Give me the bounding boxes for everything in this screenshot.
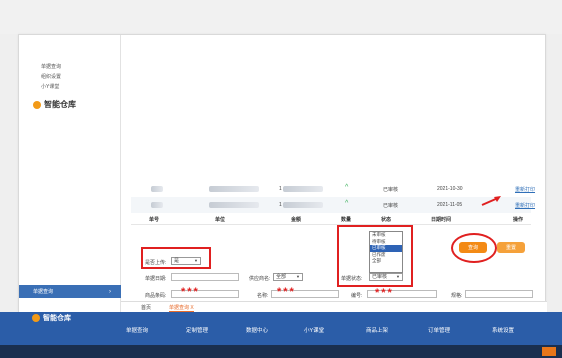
bottom-nav: 智能仓库 单据查询 定制管理 数据中心 小Y课堂 商品上架 订单管理 系统设置 xyxy=(0,312,562,345)
reprint-link[interactable]: 重新打印 xyxy=(515,186,535,193)
table-cell-time: 2021-10-30 xyxy=(437,186,463,192)
column-header: 单号 xyxy=(149,217,160,223)
bottom-nav-brand[interactable]: 智能仓库 xyxy=(32,312,71,324)
redaction-mark: *** xyxy=(181,286,200,298)
table-cell-status: 已审核 xyxy=(383,203,399,209)
sidebar-item-selected[interactable]: 单据查询 › xyxy=(19,285,121,298)
reprint-link[interactable]: 重新打印 xyxy=(515,202,535,209)
nav-item[interactable]: 数据中心 xyxy=(246,326,268,334)
top-band xyxy=(0,0,562,34)
redacted-cell xyxy=(283,186,323,192)
caret-down-icon: ▼ xyxy=(396,274,400,279)
table-cell: 1 xyxy=(279,202,282,208)
nav-item[interactable]: 订单管理 xyxy=(428,326,450,334)
nav-item[interactable]: 小Y课堂 xyxy=(304,326,324,334)
column-header: 状态 xyxy=(381,217,392,223)
sidebar-selected-label: 单据查询 xyxy=(33,289,54,295)
nav-item[interactable]: 定制管理 xyxy=(186,326,208,334)
spec-input[interactable] xyxy=(465,290,533,298)
table-cell-time: 2021-11-05 xyxy=(437,202,463,208)
redaction-mark: *** xyxy=(375,287,394,299)
caret-down-icon: ▼ xyxy=(296,274,300,279)
sidebar-item[interactable]: 小Y课堂 xyxy=(41,83,59,90)
notification-icon[interactable] xyxy=(542,347,556,356)
nav-item[interactable]: 商品上架 xyxy=(366,326,388,334)
column-header: 单位 xyxy=(215,217,226,223)
barcode-label: 商品条码: xyxy=(145,293,167,299)
column-header: 操作 xyxy=(513,217,524,223)
query-time-input[interactable] xyxy=(171,273,239,281)
table-row[interactable]: 1 ^ 已审核 2021-11-05 重新打印 xyxy=(131,197,535,213)
redacted-cell xyxy=(151,186,163,192)
nav-item[interactable]: 系统设置 xyxy=(492,326,514,334)
status-value: 已审核 xyxy=(372,274,388,280)
sidebar-section-label: 智能仓库 xyxy=(44,100,76,109)
reset-button[interactable]: 重置 xyxy=(497,242,525,253)
sidebar-section-header[interactable]: 智能仓库 xyxy=(33,99,76,110)
column-header: 日期时间 xyxy=(431,217,452,223)
sidebar: 单据查询 组织设置 小Y课堂 智能仓库 单据查询 › xyxy=(19,35,121,313)
bottom-nav-brand-label: 智能仓库 xyxy=(43,315,71,322)
redacted-cell xyxy=(283,202,323,208)
status-select[interactable]: 已审核 ▼ xyxy=(369,273,403,281)
supplier-value: 全部 xyxy=(276,274,287,280)
spec-label: 规格: xyxy=(451,293,463,299)
chevron-right-icon: › xyxy=(109,288,111,295)
annotation-arrow xyxy=(481,196,501,206)
app-frame: 单据查询 组织设置 小Y课堂 智能仓库 单据查询 › 1 ^ 已审核 2021-… xyxy=(18,34,547,313)
sidebar-item[interactable]: 单据查询 xyxy=(41,63,61,70)
table-cell: 1 xyxy=(279,186,282,192)
table-header: 单号 单位 金额 数量 状态 日期时间 操作 xyxy=(131,215,531,225)
check-icon: ^ xyxy=(345,184,349,191)
os-taskbar xyxy=(0,345,562,358)
supplier-select[interactable]: 全部 ▼ xyxy=(273,273,303,281)
redacted-cell xyxy=(151,202,163,208)
warehouse-icon xyxy=(32,314,40,322)
highlight-upload-box xyxy=(141,247,211,269)
redacted-cell xyxy=(209,202,259,208)
supplier-label: 供应商名: xyxy=(249,276,271,282)
code-label: 编号: xyxy=(351,293,363,299)
status-label: 单据状态: xyxy=(341,276,363,282)
check-icon: ^ xyxy=(345,200,349,207)
redacted-cell xyxy=(209,186,259,192)
name-label: 名称: xyxy=(257,293,269,299)
highlight-query-circle xyxy=(451,233,497,263)
query-time-label: 单据日期: xyxy=(145,276,167,282)
sidebar-item[interactable]: 组织设置 xyxy=(41,73,61,80)
table-row[interactable]: 1 ^ 已审核 2021-10-30 重新打印 xyxy=(131,181,535,197)
redaction-mark: *** xyxy=(277,286,296,298)
column-header: 数量 xyxy=(341,217,352,223)
nav-item[interactable]: 单据查询 xyxy=(126,326,148,334)
warehouse-icon xyxy=(33,100,41,109)
column-header: 金额 xyxy=(291,217,302,223)
table-cell-status: 已审核 xyxy=(383,187,399,193)
